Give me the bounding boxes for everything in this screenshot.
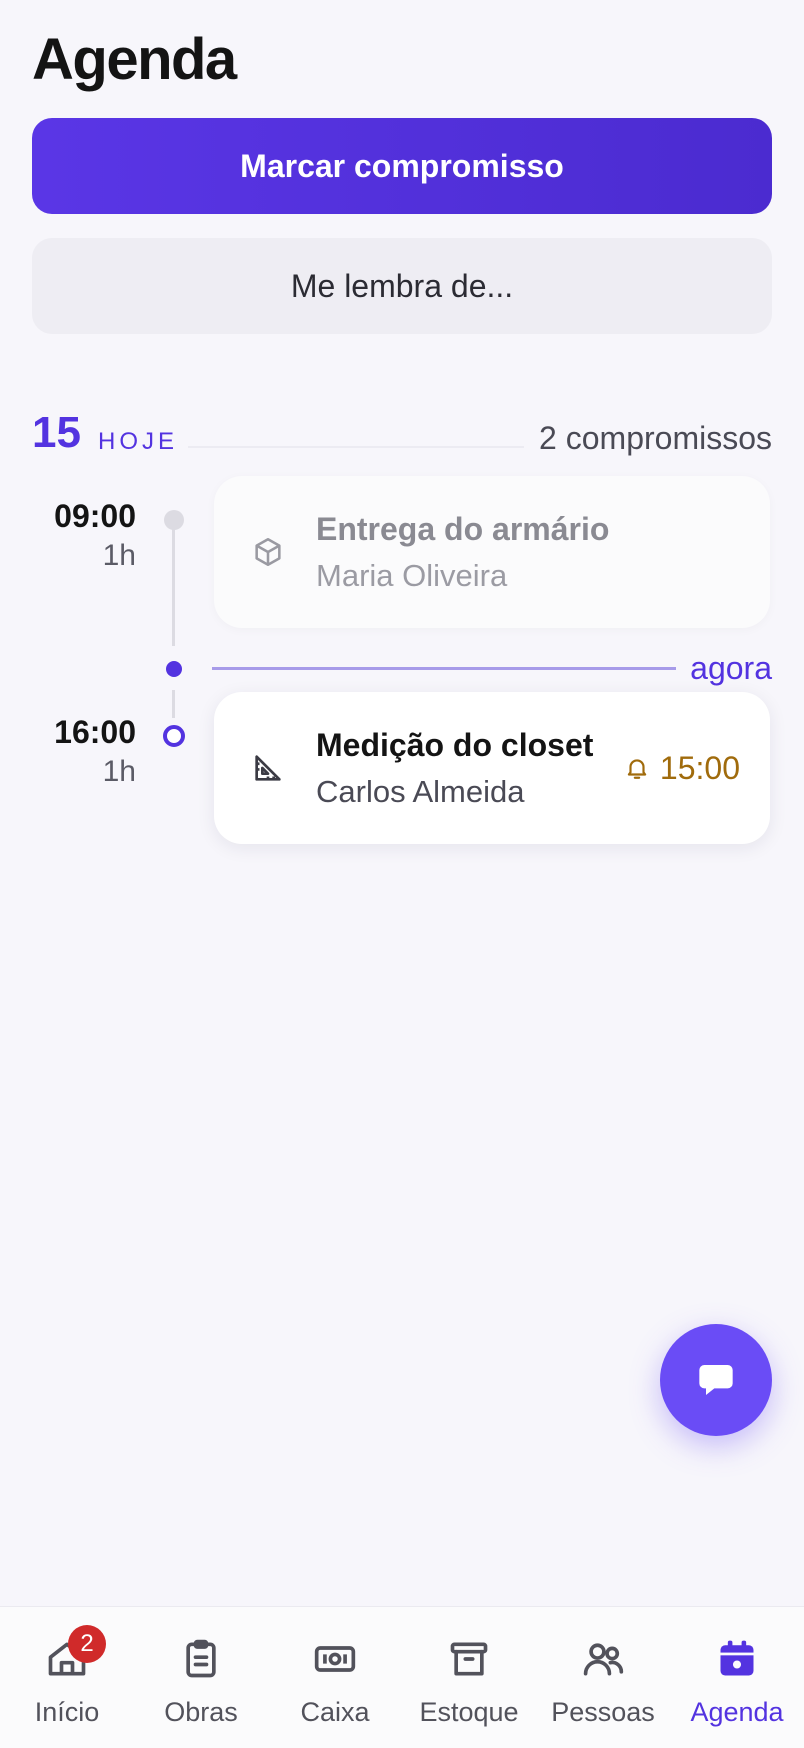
archive-icon [450, 1642, 488, 1676]
day-header: 15 HOJE 2 compromissos [32, 404, 772, 464]
schedule-appointment-button[interactable]: Marcar compromisso [32, 118, 772, 214]
bottom-tab-bar: 2 Início Obras Caixa Estoque Pessoas Age… [0, 1606, 804, 1748]
tab-label: Obras [164, 1697, 238, 1727]
appointment-title: Entrega do armário [316, 510, 610, 547]
calendar-icon [720, 1640, 754, 1676]
day-label: HOJE [98, 428, 179, 455]
appointment-client: Carlos Almeida [316, 773, 525, 809]
appointment-time-block: 09:00 1h [26, 498, 136, 573]
appointment-duration: 1h [102, 755, 136, 788]
tab-estoque[interactable]: Estoque [402, 1607, 536, 1748]
timeline-rail-past [172, 520, 175, 646]
tab-pessoas[interactable]: Pessoas [536, 1607, 670, 1748]
now-indicator-label: agora [690, 650, 772, 686]
day-divider [188, 446, 524, 448]
ruler-triangle-icon [248, 748, 288, 788]
tab-caixa[interactable]: Caixa [268, 1607, 402, 1748]
appointment-title: Medição do closet [316, 726, 594, 763]
notification-badge: 2 [68, 1625, 106, 1663]
chat-icon [699, 1365, 733, 1395]
bell-icon [627, 759, 647, 779]
timeline-dot-past [164, 510, 184, 530]
box-icon [248, 532, 288, 572]
tab-label: Agenda [690, 1697, 784, 1727]
tab-label: Pessoas [551, 1697, 655, 1727]
tab-label: Caixa [300, 1697, 370, 1727]
remind-me-button[interactable]: Me lembra de... [32, 238, 772, 334]
appointment-time: 09:00 [54, 498, 136, 534]
people-icon [583, 1643, 624, 1676]
appointment-card[interactable]: Entrega do armário Maria Oliveira [214, 476, 770, 628]
appointment-client: Maria Oliveira [316, 557, 508, 593]
timeline-rail-now [172, 690, 175, 718]
appointment-duration: 1h [102, 539, 136, 572]
timeline-dot-upcoming [163, 725, 185, 747]
chat-button[interactable] [660, 1324, 772, 1436]
reminder-time: 15:00 [659, 749, 740, 786]
clipboard-icon [186, 1639, 216, 1678]
reminder: 15:00 [624, 750, 740, 787]
appointment-time-block: 16:00 1h [26, 714, 136, 789]
tab-obras[interactable]: Obras [134, 1607, 268, 1748]
now-indicator-line [212, 667, 676, 670]
tab-label: Estoque [419, 1697, 519, 1727]
appointment-card[interactable]: Medição do closet Carlos Almeida 15:00 [214, 692, 770, 844]
tab-agenda[interactable]: Agenda [670, 1607, 804, 1748]
timeline-dot-now [166, 661, 182, 677]
tab-inicio[interactable]: 2 Início [0, 1607, 134, 1748]
appointment-time: 16:00 [54, 714, 136, 750]
page-title: Agenda [32, 27, 237, 92]
appointment-count: 2 compromissos [539, 420, 772, 456]
day-number: 15 [32, 408, 81, 457]
cash-icon [314, 1646, 356, 1672]
tab-label: Início [34, 1697, 100, 1727]
